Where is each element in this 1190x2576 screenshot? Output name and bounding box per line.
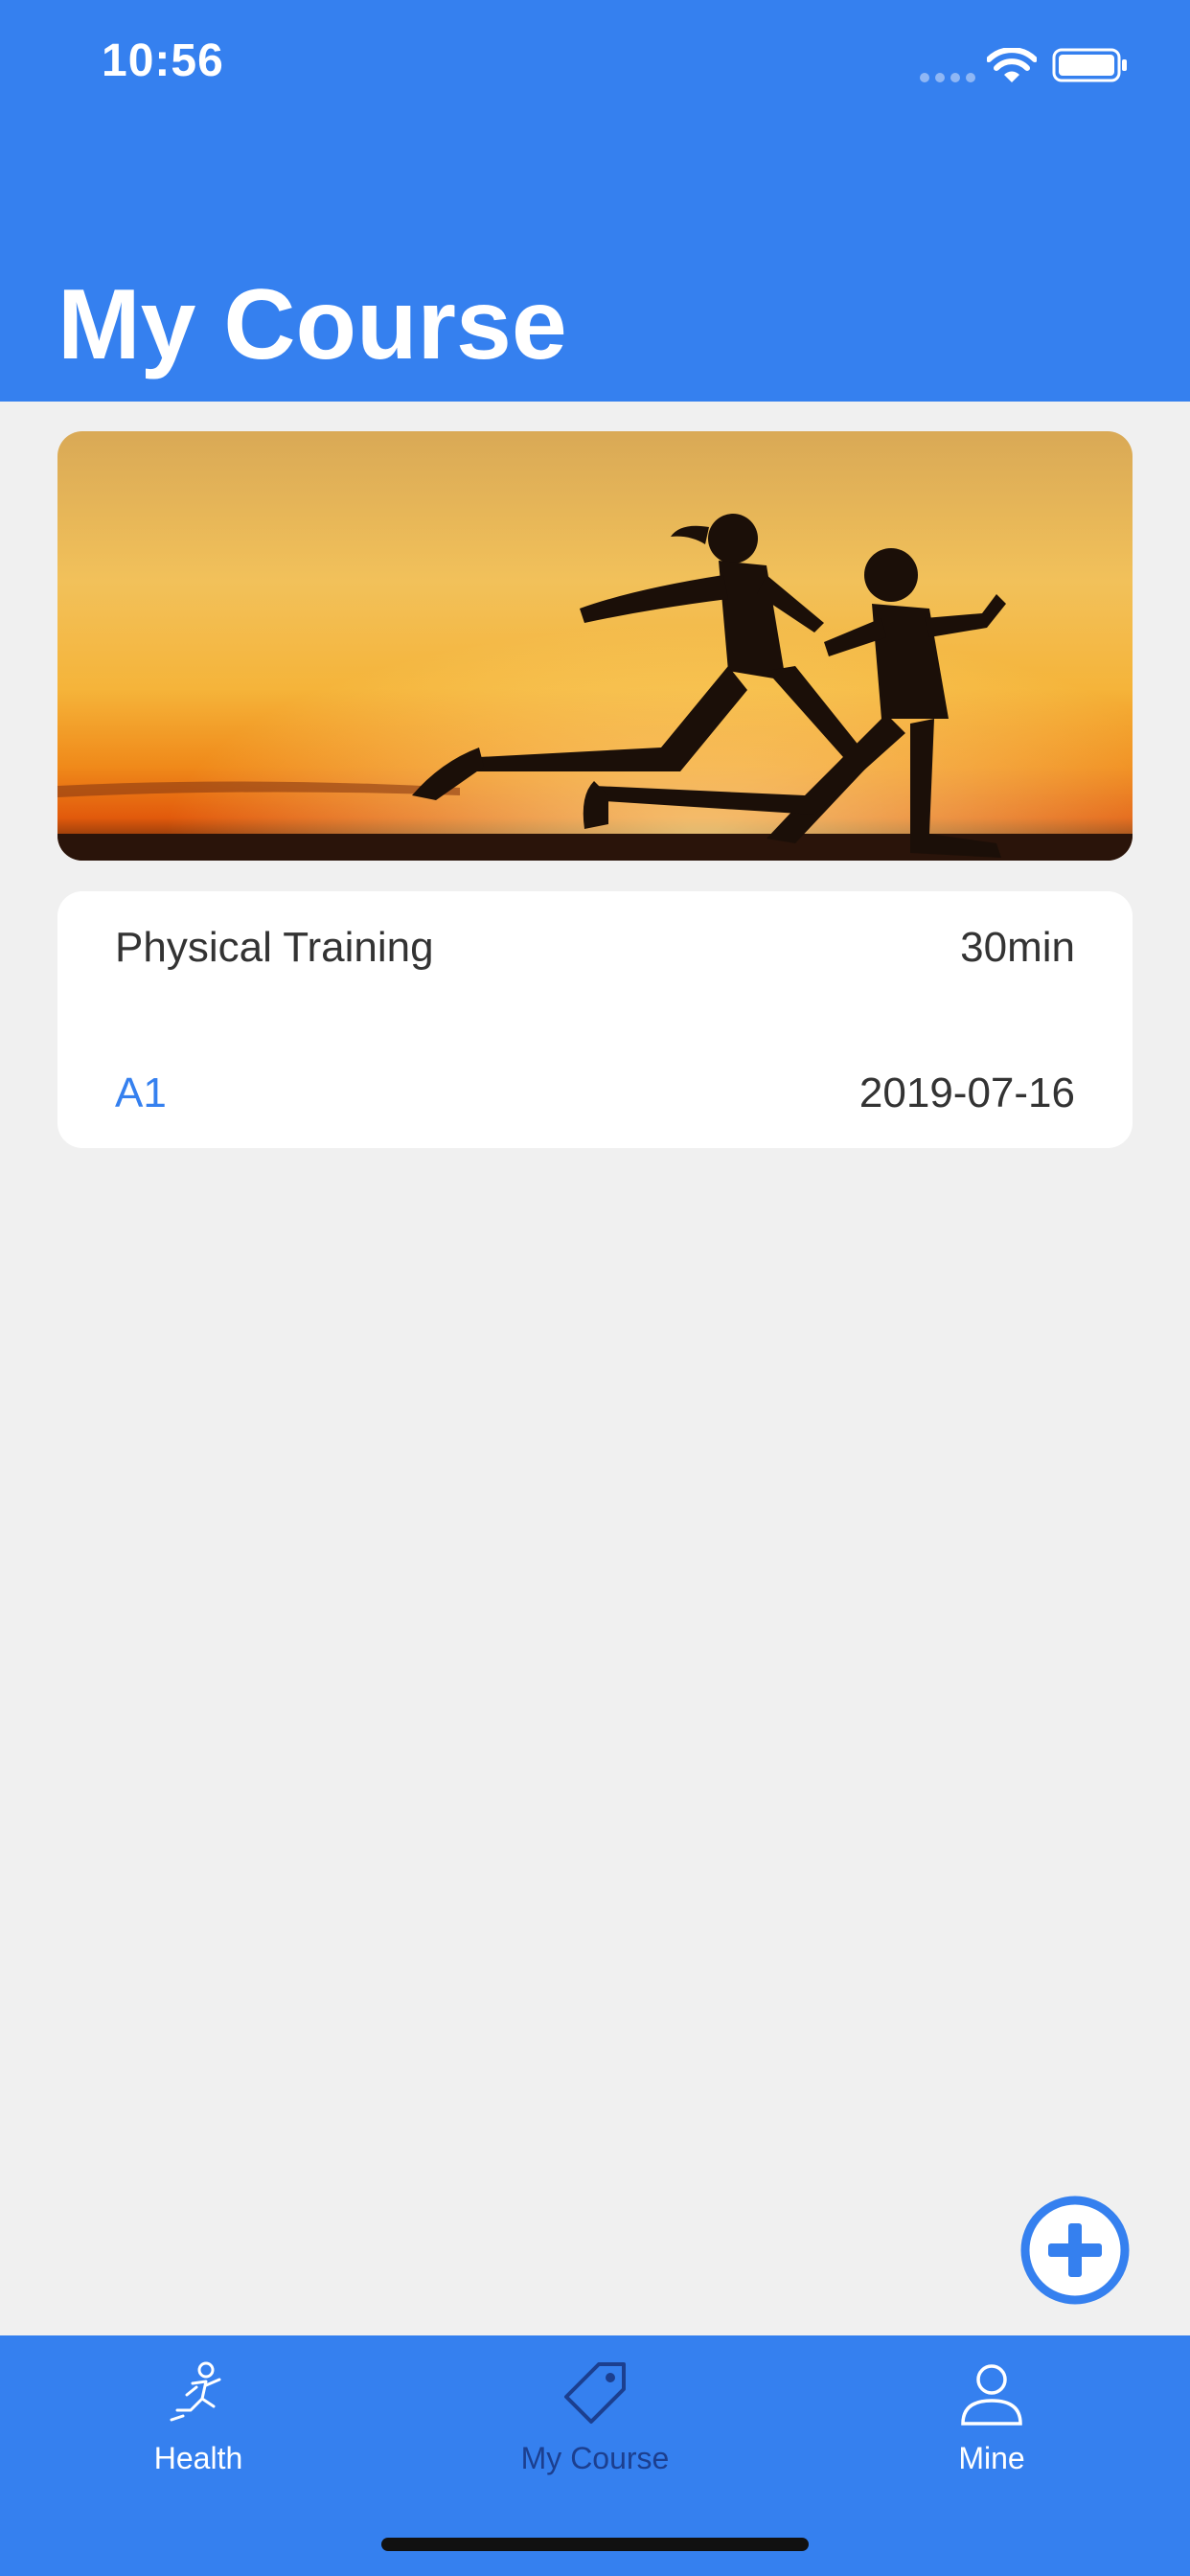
signal-icon [920, 73, 975, 82]
add-course-button[interactable] [1019, 2195, 1131, 2306]
header: 10:56 My Course [0, 0, 1190, 402]
tab-health[interactable]: Health [0, 2335, 397, 2508]
plus-circle-icon [1020, 2196, 1130, 2305]
running-person-icon [170, 2361, 221, 2422]
screen: 10:56 My Course Physical Training 30min … [0, 0, 1190, 2576]
tab-my-course-label: My Course [520, 2441, 670, 2475]
person-icon [961, 2364, 1022, 2426]
tag-icon [564, 2362, 626, 2424]
course-card[interactable]: Physical Training 30min A1 2019-07-16 [57, 891, 1133, 1148]
course-code: A1 [115, 1070, 167, 1116]
tab-my-course[interactable]: My Course [397, 2335, 793, 2508]
course-name: Physical Training [115, 924, 434, 971]
course-duration: 30min [960, 924, 1075, 971]
status-time: 10:56 [102, 35, 224, 86]
course-date: 2019-07-16 [858, 1070, 1075, 1116]
course-banner-image[interactable] [57, 431, 1133, 861]
battery-icon [1052, 48, 1127, 82]
home-indicator [381, 2538, 809, 2551]
page-title: My Course [57, 269, 567, 380]
tab-mine-label: Mine [958, 2441, 1025, 2475]
wifi-icon [987, 48, 1037, 82]
tab-health-label: Health [153, 2441, 243, 2475]
tab-mine[interactable]: Mine [793, 2335, 1190, 2508]
